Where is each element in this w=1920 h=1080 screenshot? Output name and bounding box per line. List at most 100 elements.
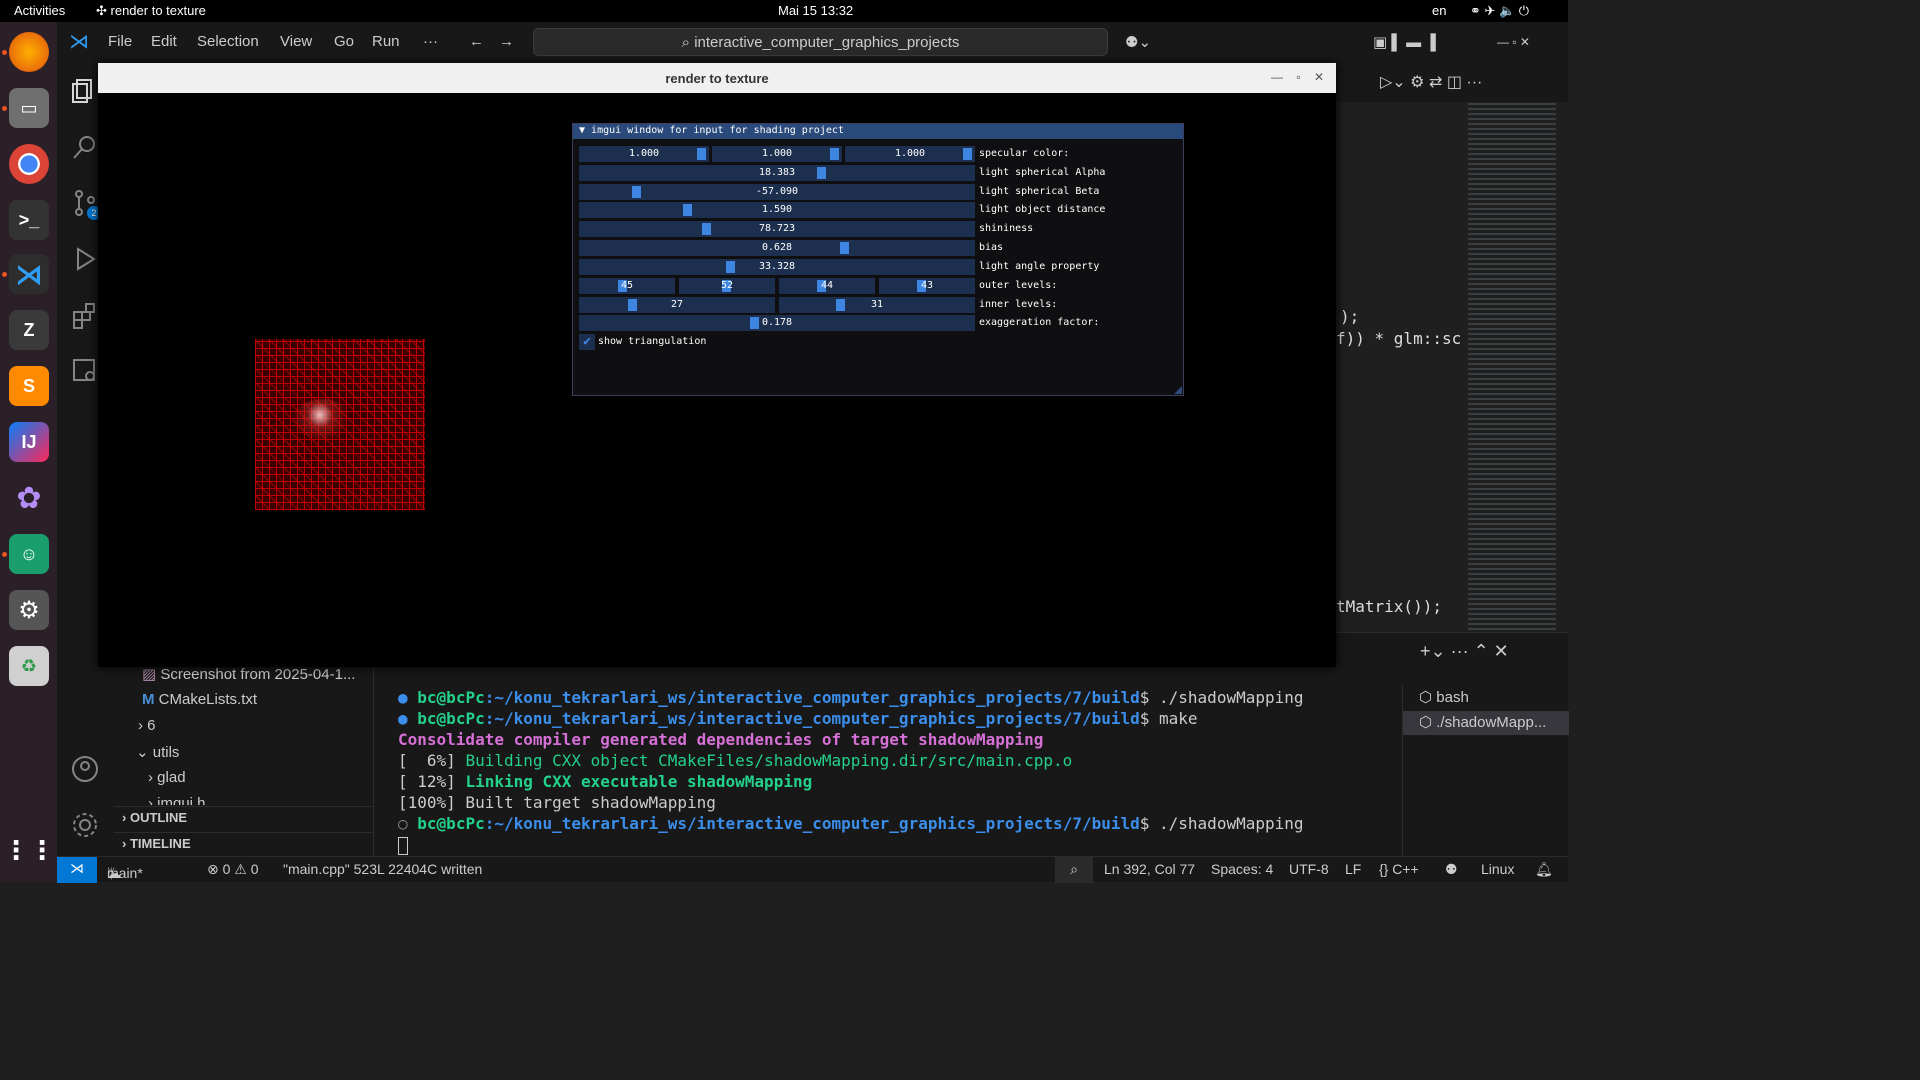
gear-icon[interactable]: ⚙ [1410, 74, 1429, 91]
light-alpha-slider[interactable]: 18.383 [579, 165, 975, 181]
collapse-triangle-icon[interactable]: ▼ [579, 125, 591, 136]
settings-app-icon[interactable]: ⚙ [9, 590, 49, 630]
menu-view[interactable]: View [280, 33, 312, 50]
keyboard-language[interactable]: en [1432, 3, 1446, 18]
more-actions-icon[interactable]: ··· [1466, 74, 1482, 91]
light-beta-slider[interactable]: -57.090 [579, 184, 975, 200]
remote-explorer-icon[interactable] [70, 356, 100, 386]
os-indicator[interactable]: Linux [1481, 861, 1514, 877]
folder-item-6[interactable]: › 6 [138, 717, 156, 734]
outer-level-slider-3[interactable]: 44 [779, 278, 875, 294]
timeline-section[interactable]: › TIMELINE [114, 832, 373, 856]
explorer-icon[interactable] [70, 76, 100, 106]
folder-item-utils[interactable]: ⌄ utils [136, 743, 179, 761]
inner-level-slider-1[interactable]: 27 [579, 297, 775, 313]
inner-level-slider-2[interactable]: 31 [779, 297, 975, 313]
terminal-tab-bash[interactable]: ⬡ bash [1415, 686, 1565, 710]
show-apps-icon[interactable]: ⋮⋮ [3, 830, 55, 870]
outer-level-slider-1[interactable]: 45 [579, 278, 675, 294]
search-icon[interactable] [70, 132, 100, 162]
terminal-tab-shadowmapping[interactable]: ⬡ ./shadowMapp... [1403, 711, 1569, 735]
show-triangulation-checkbox[interactable]: ✔ [579, 334, 595, 350]
bias-slider[interactable]: 0.628 [579, 240, 975, 256]
indentation[interactable]: Spaces: 4 [1211, 861, 1273, 877]
remote-indicator-icon[interactable]: ⋊ [57, 857, 97, 883]
back-arrow-icon[interactable]: ← [469, 33, 484, 50]
run-icon[interactable]: ▷⌄ [1380, 74, 1410, 91]
encoding[interactable]: UTF-8 [1289, 861, 1329, 877]
running-indicator [2, 50, 7, 55]
window-controls[interactable]: — ▫ ✕ [1271, 70, 1324, 84]
command-center[interactable]: ⌕ interactive_computer_graphics_projects [533, 28, 1108, 56]
zoom-icon[interactable]: ⌕ [1055, 857, 1093, 883]
compare-icon[interactable]: ⇄ [1429, 74, 1447, 91]
light-angle-slider[interactable]: 33.328 [579, 259, 975, 275]
imgui-title-bar[interactable]: ▼ imgui window for input for shading pro… [573, 124, 1183, 139]
minimap[interactable] [1468, 100, 1556, 630]
line-ending[interactable]: LF [1345, 861, 1361, 877]
clock[interactable]: Mai 15 13:32 [778, 3, 853, 18]
menu-more[interactable]: ··· [423, 33, 438, 50]
render-to-texture-window[interactable]: render to texture — ▫ ✕ ▼ imgui window f… [98, 63, 1336, 667]
specular-b-slider[interactable]: 1.000 [845, 146, 975, 162]
menu-selection[interactable]: Selection [197, 33, 259, 50]
file-item-screenshot[interactable]: ▨ Screenshot from 2025-04-1... [142, 665, 355, 683]
copilot-icon[interactable]: ⚉⌄ [1125, 33, 1151, 51]
user-app-icon[interactable]: ☺ [9, 534, 49, 574]
terminal-actions[interactable]: +⌄ ··· ⌃ ✕ [1420, 641, 1509, 662]
flower-app-icon[interactable]: ✿ [9, 478, 49, 518]
text-editor-icon[interactable]: Z [9, 310, 49, 350]
light-distance-slider[interactable]: 1.590 [579, 202, 975, 218]
cmake-file-icon: M [142, 691, 159, 708]
activities-button[interactable]: Activities [14, 3, 65, 18]
problems-indicator[interactable]: ⊗ 0 ⚠ 0 [207, 861, 259, 878]
specular-g-slider[interactable]: 1.000 [712, 146, 842, 162]
menu-file[interactable]: File [108, 33, 132, 50]
chevron-right-icon: › [122, 836, 130, 851]
split-editor-icon[interactable]: ◫ [1447, 74, 1467, 91]
copilot-status-icon[interactable]: ⚉ [1445, 861, 1458, 878]
folder-label: glad [157, 769, 186, 786]
running-indicator [2, 552, 7, 557]
run-debug-icon[interactable] [70, 244, 100, 274]
resize-grip[interactable] [1174, 386, 1182, 394]
vscode-title-bar: ⋊ File Edit Selection View Go Run ··· ← … [57, 22, 1568, 62]
vscode-icon[interactable]: ⋊ [9, 254, 49, 294]
window-titlebar[interactable]: render to texture — ▫ ✕ [98, 63, 1336, 93]
imgui-window[interactable]: ▼ imgui window for input for shading pro… [572, 123, 1184, 396]
files-icon[interactable]: ▭ [9, 88, 49, 128]
extensions-icon[interactable] [70, 300, 100, 330]
layout-icons[interactable]: ▣ ▌ ▬ ▐ [1373, 33, 1436, 51]
chrome-icon[interactable] [9, 144, 49, 184]
window-controls[interactable]: — ▫ ✕ [1497, 35, 1530, 49]
notifications-bell-icon[interactable]: 🔔︎ [1535, 861, 1553, 878]
firefox-icon[interactable] [9, 32, 49, 72]
cursor-position[interactable]: Ln 392, Col 77 [1104, 861, 1195, 877]
shininess-slider[interactable]: 78.723 [579, 221, 975, 237]
system-tray-icons[interactable]: ⚭ ✈ 🔈 ⏻ [1470, 3, 1529, 19]
folder-item-glad[interactable]: › glad [148, 769, 186, 786]
language-mode[interactable]: {} C++ [1379, 861, 1419, 877]
exaggeration-slider[interactable]: 0.178 [579, 315, 975, 331]
intellij-icon[interactable]: IJ [9, 422, 49, 462]
file-item-cmakelists[interactable]: M CMakeLists.txt [142, 691, 257, 708]
prompt-user: bc@bcPc [417, 709, 485, 728]
outline-section[interactable]: › OUTLINE [114, 806, 373, 832]
active-app-indicator[interactable]: ✣ render to texture [96, 3, 206, 19]
folder-item-imgui[interactable]: › imgui.h [148, 795, 206, 805]
account-icon[interactable] [70, 754, 100, 784]
prompt-path: :~/konu_tekrarlari_ws/interactive_comput… [484, 688, 1140, 707]
terminal-icon[interactable]: >_ [9, 200, 49, 240]
forward-arrow-icon[interactable]: → [499, 33, 514, 50]
trash-icon[interactable]: ♻ [9, 646, 49, 686]
menu-run[interactable]: Run [372, 33, 400, 50]
specular-r-slider[interactable]: 1.000 [579, 146, 709, 162]
slider-value: 1.590 [761, 204, 793, 215]
menu-edit[interactable]: Edit [151, 33, 177, 50]
menu-go[interactable]: Go [334, 33, 354, 50]
search-icon: ⌕ [681, 34, 691, 51]
manage-gear-icon[interactable] [70, 810, 100, 840]
outer-level-slider-4[interactable]: 43 [879, 278, 975, 294]
outer-level-slider-2[interactable]: 52 [679, 278, 775, 294]
sublime-icon[interactable]: S [9, 366, 49, 406]
